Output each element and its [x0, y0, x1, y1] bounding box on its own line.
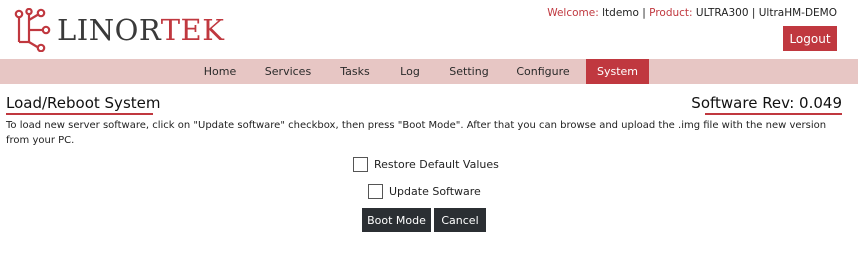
main-nav: Home Services Tasks Log Setting Configur… — [0, 59, 858, 84]
update-software-label: Update Software — [389, 185, 481, 198]
welcome-label: Welcome: — [547, 7, 599, 19]
nav-tasks[interactable]: Tasks — [329, 59, 381, 84]
restore-defaults-label: Restore Default Values — [374, 158, 499, 171]
linortek-logo: LINORTEK — [13, 8, 224, 52]
welcome-user: ltdemo — [602, 7, 639, 19]
instructions-text: To load new server software, click on "U… — [6, 120, 827, 146]
logo-text-dark: LINOR — [57, 13, 161, 47]
nav-home[interactable]: Home — [193, 59, 247, 84]
product-label: Product: — [649, 7, 693, 19]
cancel-button[interactable]: Cancel — [434, 208, 486, 232]
restore-defaults-option[interactable]: Restore Default Values — [353, 157, 499, 172]
welcome-info: Welcome: ltdemo | Product: ULTRA300 | Ul… — [547, 7, 837, 19]
nav-configure[interactable]: Configure — [509, 59, 577, 84]
product-value: ULTRA300 | UltraHM-DEMO — [695, 7, 837, 19]
page-title: Load/Reboot System — [6, 94, 161, 112]
nav-services[interactable]: Services — [257, 59, 319, 84]
restore-defaults-checkbox[interactable] — [353, 157, 368, 172]
welcome-separator: | — [642, 7, 646, 19]
software-revision: Software Rev: 0.049 — [691, 94, 842, 112]
header: LINORTEK Welcome: ltdemo | Product: ULTR… — [0, 0, 858, 58]
nav-setting[interactable]: Setting — [439, 59, 499, 84]
logo-wordmark: LINORTEK — [57, 8, 224, 52]
nav-system[interactable]: System — [586, 59, 649, 84]
boot-mode-button[interactable]: Boot Mode — [362, 208, 431, 232]
update-software-option[interactable]: Update Software — [368, 184, 481, 199]
logo-text-red: TEK — [160, 13, 225, 47]
update-software-checkbox[interactable] — [368, 184, 383, 199]
circuit-logo-icon — [14, 8, 51, 52]
logout-button[interactable]: Logout — [783, 26, 837, 51]
software-revision-underline — [705, 113, 842, 115]
nav-log[interactable]: Log — [391, 59, 429, 84]
title-underline — [6, 113, 153, 115]
